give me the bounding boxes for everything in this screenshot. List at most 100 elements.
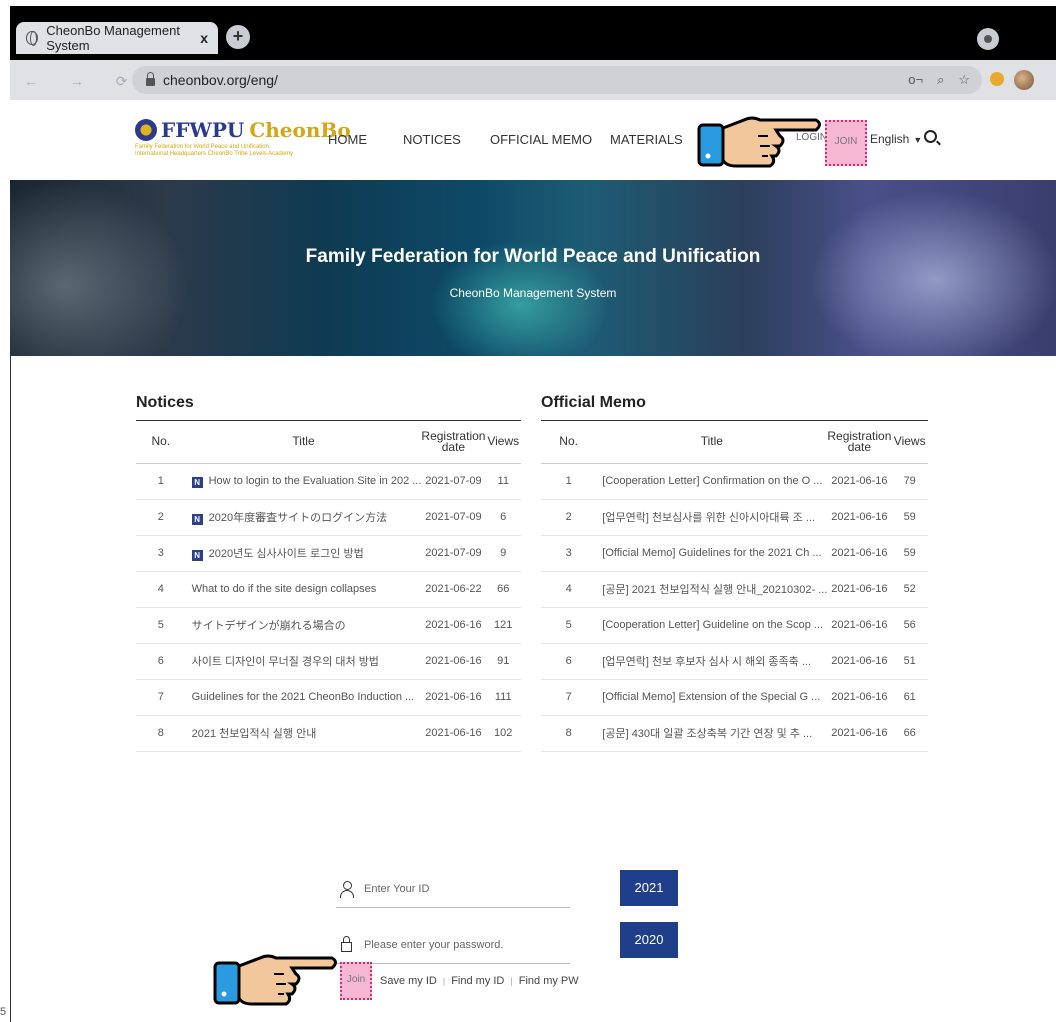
row-number: 8 (136, 715, 186, 752)
row-title-text[interactable]: 사이트 디자인이 무너질 경우의 대처 방법 (192, 656, 379, 668)
language-label: English (870, 132, 910, 146)
row-title-text[interactable]: How to login to the Evaluation Site in 2… (209, 475, 422, 487)
browser-tab[interactable]: CheonBo Management System x (16, 22, 218, 54)
row-title[interactable]: [공문] 2021 천보입적식 실행 안내_20210302- ... (596, 571, 828, 608)
key-icon[interactable]: o¬ (908, 72, 923, 88)
password-field[interactable]: Please enter your password. (336, 926, 570, 964)
find-id-link[interactable]: Find my ID (451, 975, 504, 987)
table-row[interactable]: 6 [업무연락] 천보 후보자 심사 시 해외 종족축 ... 2021-06-16… (541, 643, 928, 680)
row-title-text[interactable]: What to do if the site design collapses (192, 583, 377, 595)
avatar[interactable] (1014, 70, 1034, 90)
row-title[interactable]: 사이트 디자인이 무너질 경우의 대처 방법 (185, 643, 422, 680)
row-title-text[interactable]: [Official Memo] Extension of the Special… (602, 691, 820, 703)
column-header-title: Title (185, 421, 422, 464)
join-button[interactable]: Join (340, 962, 372, 1000)
row-title[interactable]: N 2020年度審査サイトのログイン方法 (185, 499, 422, 536)
search-icon[interactable] (924, 130, 937, 143)
memo-table: No. Title Registration date Views 1 [Coop… (541, 421, 928, 752)
row-title-text[interactable]: [공문] 430대 일괄 조상축복 기간 연장 및 추 ... (602, 728, 812, 740)
table-row[interactable]: 1 N How to login to the Evaluation Site in… (136, 463, 521, 500)
profile-icon[interactable] (977, 28, 999, 50)
row-title[interactable]: What to do if the site design collapses (185, 571, 422, 608)
row-date: 2021-06-16 (827, 571, 892, 608)
row-title[interactable]: [Official Memo] Guidelines for the 2021 … (596, 535, 828, 572)
table-row[interactable]: 5 [Cooperation Letter] Guideline on the S… (541, 607, 928, 644)
new-tab-button[interactable]: + (226, 25, 250, 49)
login-form: Enter Your ID Please enter your password… (336, 870, 570, 964)
row-date: 2021-06-16 (827, 607, 892, 644)
nav-notices[interactable]: NOTICES (403, 132, 461, 147)
row-title-text[interactable]: サイトデザインが崩れる場合の (192, 620, 346, 632)
row-title-text[interactable]: Guidelines for the 2021 CheonBo Inductio… (192, 691, 415, 703)
row-title-text[interactable]: [Official Memo] Guidelines for the 2021 … (602, 547, 821, 559)
table-row[interactable]: 8 2021 천보입적식 실행 안내 2021-06-16 102 (136, 715, 521, 752)
column-header-views: Views (891, 421, 928, 464)
table-row[interactable]: 2 N 2020年度審査サイトのログイン方法 2021-07-09 6 (136, 499, 521, 536)
table-row[interactable]: 7 [Official Memo] Extension of the Specia… (541, 679, 928, 716)
row-number: 4 (136, 571, 186, 608)
row-number: 1 (541, 463, 597, 500)
row-title[interactable]: [업무연락] 천보심사를 위한 신아시아대륙 조 ... (596, 499, 828, 536)
row-title[interactable]: [Cooperation Letter] Confirmation on the… (596, 463, 828, 500)
row-title[interactable]: 2021 천보입적식 실행 안내 (185, 715, 422, 752)
extension-icon[interactable] (990, 72, 1004, 86)
row-title-text[interactable]: 2021 천보입적식 실행 안내 (192, 728, 317, 740)
row-title-text[interactable]: [업무연락] 천보 후보자 심사 시 해외 종족축 ... (602, 656, 811, 668)
row-number: 6 (541, 643, 597, 680)
address-bar[interactable]: cheonbov.org/eng/ o¬ ⌕ ☆ (132, 66, 982, 94)
site-logo[interactable]: FFWPU CheonBo Family Federation for Worl… (135, 118, 351, 158)
table-row[interactable]: 5 サイトデザインが崩れる場合の 2021-06-16 121 (136, 607, 521, 644)
year-2020-button[interactable]: 2020 (620, 922, 678, 958)
year-2021-button[interactable]: 2021 (620, 870, 678, 906)
address-bar-row: ← → ⟳ ⌂ cheonbov.org/eng/ o¬ ⌕ ☆ (10, 60, 1056, 100)
table-row[interactable]: 2 [업무연락] 천보심사를 위한 신아시아대륙 조 ... 2021-06-16 5… (541, 499, 928, 536)
nav-materials[interactable]: MATERIALS (610, 132, 683, 147)
row-title[interactable]: N 2020년도 심사사이트 로그인 방법 (185, 535, 422, 572)
row-number: 5 (136, 607, 186, 644)
memo-heading[interactable]: Official Memo (541, 394, 928, 421)
table-row[interactable]: 4 [공문] 2021 천보입적식 실행 안내_20210302- ... 2021… (541, 571, 928, 608)
row-title[interactable]: [Official Memo] Extension of the Special… (596, 679, 828, 716)
url-text[interactable]: cheonbov.org/eng/ (163, 72, 278, 88)
row-title-text[interactable]: 2020年度審査サイトのログイン方法 (209, 512, 387, 524)
table-row[interactable]: 7 Guidelines for the 2021 CheonBo Inducti… (136, 679, 521, 716)
row-title-text[interactable]: [공문] 2021 천보입적식 실행 안내_20210302- ... (602, 584, 827, 596)
row-title-text[interactable]: [Cooperation Letter] Guideline on the Sc… (602, 619, 823, 631)
row-date: 2021-06-16 (827, 463, 892, 500)
row-number: 4 (541, 571, 597, 608)
close-icon[interactable]: x (200, 30, 208, 46)
id-field[interactable]: Enter Your ID (336, 870, 570, 908)
row-title[interactable]: [공문] 430대 일괄 조상축복 기간 연장 및 추 ... (596, 715, 828, 752)
row-title[interactable]: [업무연락] 천보 후보자 심사 시 해외 종족축 ... (596, 643, 828, 680)
row-views: 91 (485, 643, 521, 680)
find-pw-link[interactable]: Find my PW (519, 975, 579, 987)
table-row[interactable]: 6 사이트 디자인이 무너질 경우의 대처 방법 2021-06-16 91 (136, 643, 521, 680)
zoom-icon[interactable]: ⌕ (937, 72, 944, 88)
page-border (10, 356, 11, 1022)
row-title[interactable]: Guidelines for the 2021 CheonBo Inductio… (185, 679, 422, 716)
row-title[interactable]: サイトデザインが崩れる場合の (185, 607, 422, 644)
join-link[interactable]: JOIN (827, 122, 865, 162)
notices-heading[interactable]: Notices (136, 394, 521, 421)
pointing-hand-icon (213, 954, 337, 1006)
row-title[interactable]: [Cooperation Letter] Guideline on the Sc… (596, 607, 828, 644)
save-id-checkbox[interactable]: Save my ID (380, 975, 437, 987)
row-title-text[interactable]: 2020년도 심사사이트 로그인 방법 (209, 548, 364, 560)
table-row[interactable]: 1 [Cooperation Letter] Confirmation on th… (541, 463, 928, 500)
table-row[interactable]: 3 [Official Memo] Guidelines for the 2021… (541, 535, 928, 572)
table-row[interactable]: 3 N 2020년도 심사사이트 로그인 방법 2021-07-09 9 (136, 535, 521, 572)
nav-home[interactable]: HOME (328, 132, 367, 147)
row-title-text[interactable]: [업무연락] 천보심사를 위한 신아시아대륙 조 ... (602, 512, 815, 524)
table-row[interactable]: 4 What to do if the site design collapses… (136, 571, 521, 608)
row-title-text[interactable]: [Cooperation Letter] Confirmation on the… (602, 475, 822, 487)
row-date: 2021-06-16 (827, 643, 892, 680)
row-date: 2021-06-16 (421, 607, 486, 644)
nav-official-memo[interactable]: OFFICIAL MEMO (490, 132, 592, 147)
star-icon[interactable]: ☆ (958, 72, 970, 88)
join-link-highlight[interactable]: JOIN (825, 120, 867, 166)
row-title[interactable]: N How to login to the Evaluation Site in … (185, 463, 422, 500)
tab-title: CheonBo Management System (46, 23, 180, 53)
column-header-date: Registration date (827, 421, 892, 464)
table-row[interactable]: 8 [공문] 430대 일괄 조상축복 기간 연장 및 추 ... 2021-06-… (541, 715, 928, 752)
language-select[interactable]: English ▼ (870, 132, 922, 146)
